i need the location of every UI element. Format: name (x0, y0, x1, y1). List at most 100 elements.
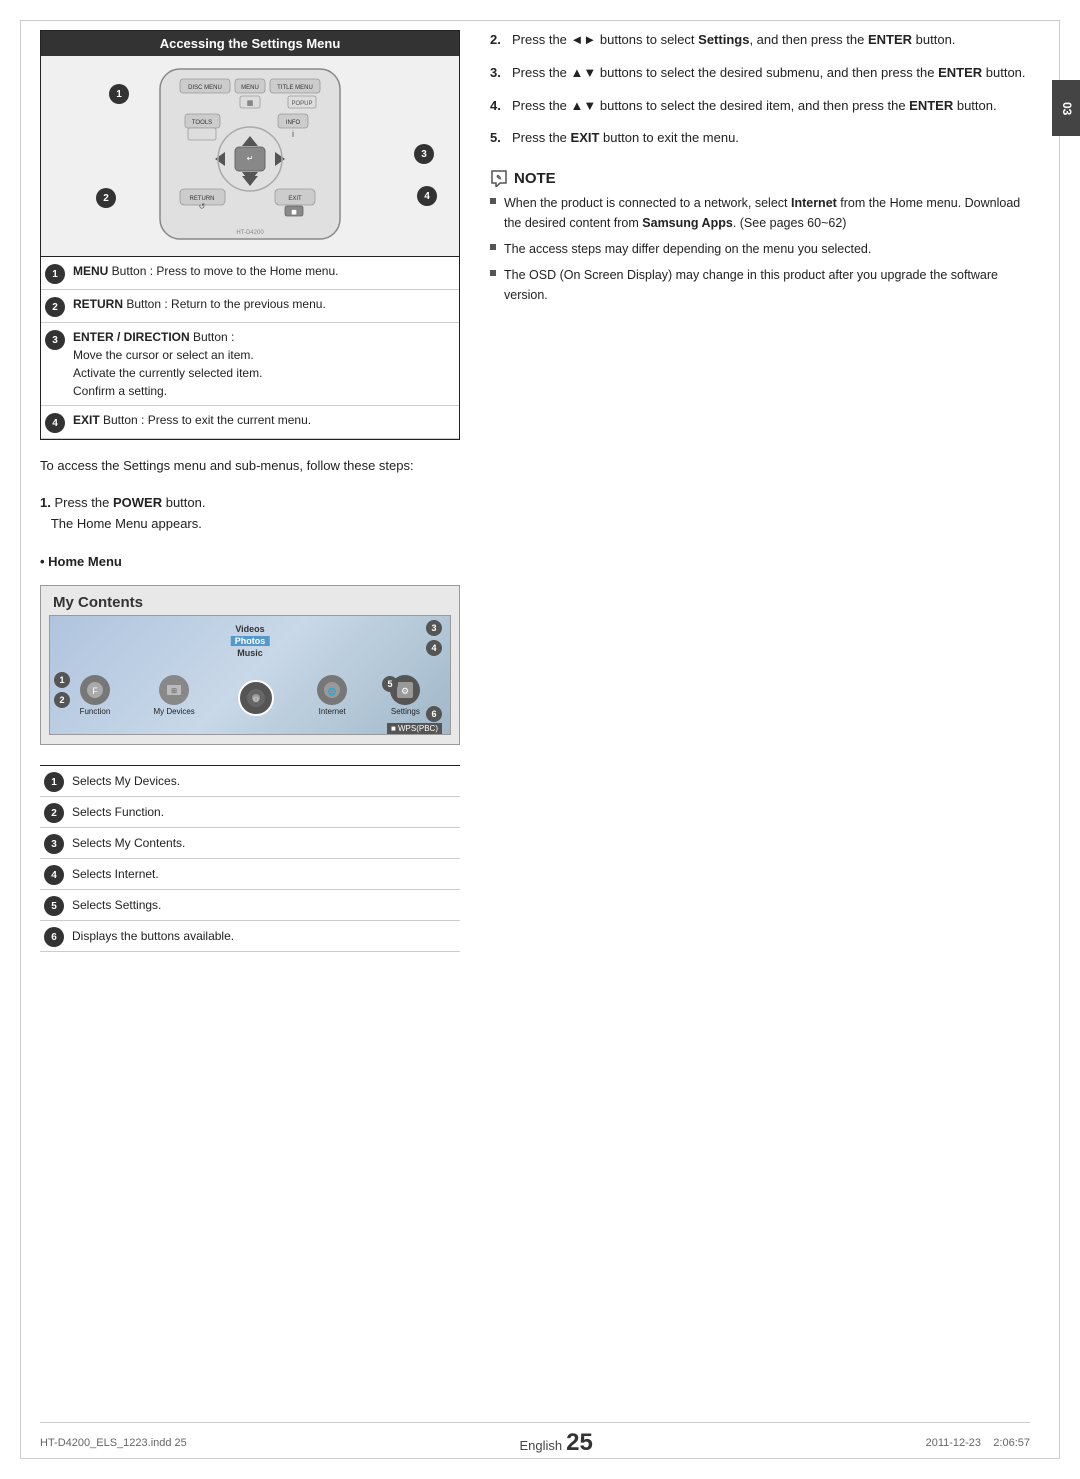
right-column: 2. Press the ◄► buttons to select Settin… (490, 30, 1030, 1439)
right-step-5: 5. Press the EXIT button to exit the men… (490, 128, 1030, 149)
main-content: Accessing the Settings Menu DISC MENU ME… (40, 30, 1030, 1439)
right-step-3-num: 3. (490, 63, 506, 84)
home-item-internet: 🌐 Internet (317, 675, 347, 716)
remote-box: Accessing the Settings Menu DISC MENU ME… (40, 30, 460, 440)
note-item-3-text: The OSD (On Screen Display) may change i… (504, 265, 1030, 305)
footer-datetime: 2011-12-23 2:06:57 (926, 1437, 1030, 1449)
note-bullet-1 (490, 198, 496, 204)
intro-text-content: To access the Settings menu and sub-menu… (40, 458, 414, 473)
note-item-2-text: The access steps may differ depending on… (504, 239, 871, 259)
right-step-4-text: Press the ▲▼ buttons to select the desir… (512, 96, 997, 117)
remote-desc-table: 1 MENU Button : Press to move to the Hom… (41, 256, 459, 439)
home-callout-6: 6 (426, 706, 442, 722)
home-text-music: Music (237, 648, 263, 658)
footer-date: 2011-12-23 (926, 1437, 981, 1449)
note-item-1: When the product is connected to a netwo… (490, 193, 1030, 233)
remote-desc-row-2: 2 RETURN Button : Return to the previous… (41, 290, 459, 323)
home-desc-num-2: 2 (44, 803, 64, 823)
home-callout-4: 4 (426, 640, 442, 656)
home-item-center-icon: ⚙ (238, 680, 274, 716)
home-desc-text-3: Selects My Contents. (72, 834, 456, 852)
home-desc-num-3: 3 (44, 834, 64, 854)
remote-callout-3: 3 (414, 144, 434, 164)
right-step-4-num: 4. (490, 96, 506, 117)
footer: HT-D4200_ELS_1223.indd 25 English 25 201… (40, 1422, 1030, 1457)
right-step-2-text: Press the ◄► buttons to select Settings,… (512, 30, 955, 51)
footer-file: HT-D4200_ELS_1223.indd 25 (40, 1437, 187, 1449)
right-step-4: 4. Press the ▲▼ buttons to select the de… (490, 96, 1030, 117)
left-column: Accessing the Settings Menu DISC MENU ME… (40, 30, 460, 1439)
home-menu-bullet-label: Home Menu (48, 554, 122, 569)
home-item-mydevices-icon: ⊞ (159, 675, 189, 705)
note-item-3: The OSD (On Screen Display) may change i… (490, 265, 1030, 305)
remote-callout-2: 2 (96, 188, 116, 208)
home-item-mydevices: ⊞ My Devices (153, 675, 194, 716)
home-desc-table: 1 Selects My Devices. 2 Selects Function… (40, 765, 460, 952)
home-item-settings-label: Settings (391, 707, 420, 716)
remote-desc-num-2: 2 (45, 297, 65, 317)
home-desc-num-6: 6 (44, 927, 64, 947)
home-menu-title: My Contents (53, 594, 451, 611)
home-text-photos: Photos (231, 636, 270, 646)
svg-text:↺: ↺ (199, 202, 206, 211)
note-item-2: The access steps may differ depending on… (490, 239, 1030, 259)
svg-text:F: F (92, 686, 98, 696)
step-1: 1. Press the POWER button. The Home Menu… (40, 493, 460, 535)
remote-desc-row-4: 4 EXIT Button : Press to exit the curren… (41, 406, 459, 439)
home-desc-row-5: 5 Selects Settings. (40, 890, 460, 921)
home-menu-bullet: • Home Menu (40, 554, 460, 569)
svg-text:◼: ◼ (291, 209, 297, 216)
remote-desc-text-1: MENU Button : Press to move to the Home … (73, 262, 455, 280)
home-desc-row-3: 3 Selects My Contents. (40, 828, 460, 859)
remote-desc-text-2: RETURN Button : Return to the previous m… (73, 295, 455, 313)
svg-text:🌐: 🌐 (328, 687, 337, 696)
remote-desc-num-3: 3 (45, 330, 65, 350)
right-step-5-num: 5. (490, 128, 506, 149)
svg-text:EXIT: EXIT (288, 196, 302, 202)
remote-title-bar: Accessing the Settings Menu (41, 31, 459, 56)
remote-desc-row-1: 1 MENU Button : Press to move to the Hom… (41, 257, 459, 290)
svg-text:⚙: ⚙ (252, 695, 259, 704)
remote-desc-num-4: 4 (45, 413, 65, 433)
page-word: English (520, 1438, 563, 1453)
remote-callout-4: 4 (417, 186, 437, 206)
remote-callout-1: 1 (109, 84, 129, 104)
remote-desc-text-3: ENTER / DIRECTION Button : Move the curs… (73, 328, 455, 400)
note-bullet-2 (490, 244, 496, 250)
home-item-internet-icon: 🌐 (317, 675, 347, 705)
home-desc-text-1: Selects My Devices. (72, 772, 456, 790)
note-box: ✎ NOTE When the product is connected to … (490, 169, 1030, 311)
note-title: ✎ NOTE (490, 169, 1030, 187)
svg-text:TOOLS: TOOLS (192, 120, 212, 126)
right-step-2: 2. Press the ◄► buttons to select Settin… (490, 30, 1030, 51)
home-item-function-label: Function (80, 707, 111, 716)
side-tab-label: Setup (1040, 90, 1054, 126)
note-item-1-text: When the product is connected to a netwo… (504, 193, 1030, 233)
svg-text:⚙: ⚙ (401, 686, 409, 696)
note-title-text: NOTE (514, 170, 556, 187)
home-desc-text-4: Selects Internet. (72, 865, 456, 883)
svg-text:INFO: INFO (286, 120, 301, 126)
remote-desc-row-3: 3 ENTER / DIRECTION Button : Move the cu… (41, 323, 459, 406)
home-item-function-icon: F (80, 675, 110, 705)
side-tab-num: 03 (1060, 102, 1074, 115)
footer-time: 2:06:57 (993, 1437, 1030, 1449)
right-step-5-text: Press the EXIT button to exit the menu. (512, 128, 739, 149)
svg-text:✎: ✎ (496, 174, 502, 182)
remote-image: DISC MENU MENU TITLE MENU ▦ POPUP TOOLS (41, 56, 459, 256)
right-step-2-num: 2. (490, 30, 506, 51)
home-item-selected: ⚙ (238, 680, 274, 716)
remote-svg: DISC MENU MENU TITLE MENU ▦ POPUP TOOLS (100, 64, 400, 249)
page-num: 25 (566, 1429, 593, 1457)
svg-text:i: i (292, 129, 294, 139)
home-desc-row-4: 4 Selects Internet. (40, 859, 460, 890)
side-tab: 03 Setup (1052, 80, 1080, 136)
home-text-items: Videos Photos Music (231, 624, 270, 658)
home-desc-row-6: 6 Displays the buttons available. (40, 921, 460, 952)
remote-title-text: Accessing the Settings Menu (160, 36, 341, 51)
note-icon: ✎ (490, 169, 508, 187)
wps-bar: ■ WPS(PBC) (387, 723, 442, 734)
home-menu-box: My Contents Videos Photos Music F Functi… (40, 585, 460, 745)
page-num-area: English 25 (520, 1429, 593, 1457)
svg-text:MENU: MENU (241, 85, 259, 91)
